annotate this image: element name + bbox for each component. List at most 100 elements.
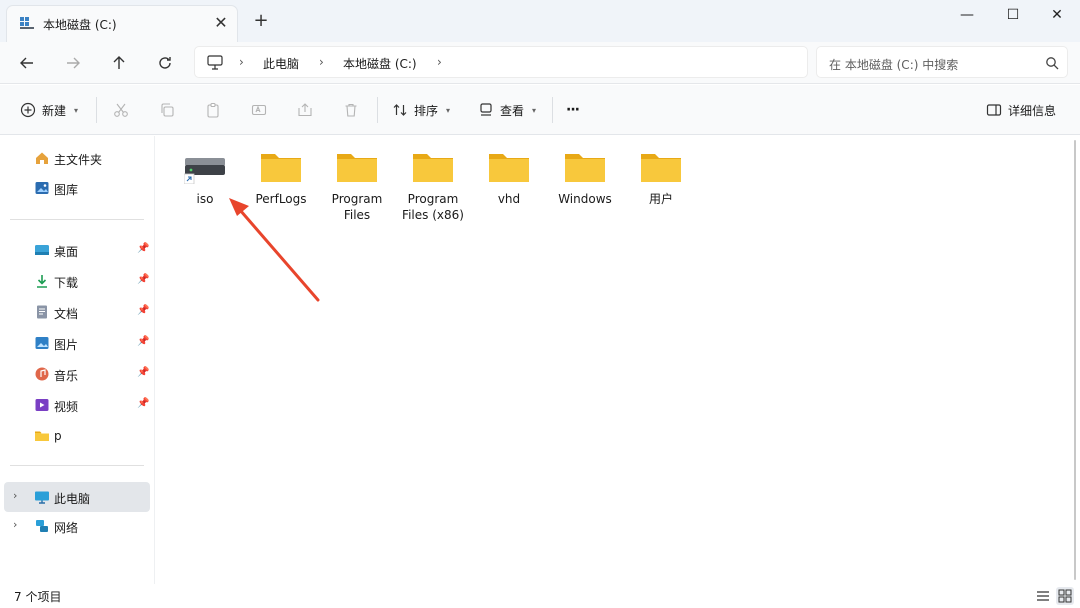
view-button[interactable]: 查看 ▾ bbox=[478, 98, 536, 122]
sidebar-item-documents[interactable]: 文档 📌 bbox=[4, 299, 150, 325]
close-window-button[interactable]: ✕ bbox=[1034, 2, 1080, 28]
sort-icon bbox=[393, 104, 407, 116]
pin-icon[interactable]: 📌 bbox=[137, 305, 149, 316]
file-item-windows[interactable]: Windows bbox=[549, 148, 621, 228]
chevron-down-icon: ▾ bbox=[532, 105, 537, 115]
file-name: 用户 bbox=[648, 192, 673, 206]
share-icon bbox=[298, 103, 312, 117]
maximize-button[interactable]: ☐ bbox=[990, 2, 1036, 28]
view-icon bbox=[480, 103, 492, 116]
more-options-button[interactable]: ··· bbox=[566, 98, 580, 122]
download-icon bbox=[37, 275, 47, 288]
chevron-right-icon[interactable]: › bbox=[13, 518, 17, 531]
sidebar-item-downloads[interactable]: 下载 📌 bbox=[4, 268, 150, 294]
search-box[interactable]: 在 本地磁盘 (C:) 中搜索 bbox=[816, 46, 1068, 78]
pictures-icon bbox=[35, 337, 49, 349]
trash-icon bbox=[345, 103, 357, 117]
folder-icon bbox=[261, 154, 301, 182]
file-item-perflogs[interactable]: PerfLogs bbox=[245, 148, 317, 228]
command-bar: 新建 ▾ 排序 ▾ 查看 ▾ ··· 详细信息 bbox=[0, 85, 1080, 135]
arrow-right-icon bbox=[67, 57, 80, 69]
refresh-icon bbox=[159, 57, 171, 69]
monitor-icon bbox=[207, 55, 223, 70]
details-pane-icon bbox=[986, 104, 1002, 116]
copy-button[interactable] bbox=[159, 98, 175, 122]
item-count: 7 个项目 bbox=[14, 590, 62, 604]
view-label: 查看 bbox=[500, 103, 525, 118]
new-button[interactable]: 新建 ▾ bbox=[20, 98, 78, 122]
arrow-left-icon bbox=[20, 57, 33, 69]
navigation-pane: 主文件夹 图库 桌面 📌 下载 📌 文档 📌 图片 📌 音乐 📌 视频 📌 p bbox=[0, 136, 154, 584]
sort-label: 排序 bbox=[414, 103, 439, 118]
drive-icon bbox=[20, 17, 34, 29]
sidebar-item-network[interactable]: › 网络 bbox=[4, 513, 150, 539]
gallery-icon bbox=[35, 182, 49, 194]
divider bbox=[96, 97, 97, 123]
file-name: PerfLogs bbox=[255, 192, 307, 206]
paste-button[interactable] bbox=[205, 98, 221, 122]
details-view-button[interactable] bbox=[1034, 587, 1052, 605]
sidebar-item-pictures[interactable]: 图片 📌 bbox=[4, 330, 150, 356]
file-item-program-files[interactable]: Program Files bbox=[321, 148, 393, 228]
details-pane-button[interactable]: 详细信息 bbox=[986, 98, 1056, 122]
rename-button[interactable] bbox=[251, 98, 267, 122]
title-bar: 本地磁盘 (C:) ✕ + — ☐ ✕ bbox=[0, 0, 1080, 42]
sidebar-item-p[interactable]: p bbox=[4, 423, 150, 449]
chevron-right-icon[interactable]: › bbox=[13, 489, 17, 502]
share-button[interactable] bbox=[297, 98, 313, 122]
minimize-button[interactable]: — bbox=[944, 2, 990, 28]
file-item-iso[interactable]: iso bbox=[169, 148, 241, 228]
forward-button[interactable] bbox=[59, 49, 87, 77]
tab-local-disk-c[interactable]: 本地磁盘 (C:) ✕ bbox=[6, 5, 238, 42]
pin-icon[interactable]: 📌 bbox=[137, 274, 149, 285]
breadcrumb-local-disk[interactable]: 本地磁盘 (C:) bbox=[343, 55, 417, 72]
pin-icon[interactable]: 📌 bbox=[137, 367, 149, 378]
pin-icon[interactable]: 📌 bbox=[137, 336, 149, 347]
sidebar-item-videos[interactable]: 视频 📌 bbox=[4, 392, 150, 418]
folder-icon bbox=[337, 154, 377, 182]
sidebar-item-home[interactable]: 主文件夹 bbox=[4, 145, 150, 171]
pin-icon[interactable]: 📌 bbox=[137, 243, 149, 254]
tiles-view-button[interactable] bbox=[1056, 587, 1074, 605]
folder-icon bbox=[413, 154, 453, 182]
sidebar-item-music[interactable]: 音乐 📌 bbox=[4, 361, 150, 387]
plus-circle-icon bbox=[20, 102, 36, 118]
navigation-bar: › 此电脑 › 本地磁盘 (C:) › 在 本地磁盘 (C:) 中搜索 bbox=[0, 42, 1080, 84]
breadcrumb-this-pc[interactable]: 此电脑 bbox=[263, 55, 299, 72]
file-item-program-files-x86[interactable]: Program Files (x86) bbox=[397, 148, 469, 228]
delete-button[interactable] bbox=[343, 98, 359, 122]
file-name: Program Files bbox=[331, 192, 383, 222]
cut-button[interactable] bbox=[113, 98, 129, 122]
sort-button[interactable]: 排序 ▾ bbox=[392, 98, 450, 122]
tab-title: 本地磁盘 (C:) bbox=[43, 18, 117, 32]
chevron-down-icon: ▾ bbox=[74, 105, 79, 115]
file-item-vhd[interactable]: vhd bbox=[473, 148, 545, 228]
refresh-button[interactable] bbox=[151, 49, 179, 77]
folder-icon bbox=[641, 154, 681, 182]
breadcrumb-separator[interactable]: › bbox=[319, 55, 324, 69]
up-button[interactable] bbox=[105, 49, 133, 77]
breadcrumb-separator[interactable]: › bbox=[437, 55, 442, 69]
sidebar-item-desktop[interactable]: 桌面 📌 bbox=[4, 237, 150, 263]
clipboard-icon bbox=[207, 102, 219, 118]
breadcrumb-separator[interactable]: › bbox=[239, 55, 244, 69]
scroll-thumb[interactable] bbox=[1074, 140, 1076, 580]
document-icon bbox=[37, 305, 47, 319]
new-label: 新建 bbox=[42, 103, 67, 118]
new-tab-button[interactable]: + bbox=[250, 10, 272, 32]
drive-shortcut-icon bbox=[184, 158, 225, 184]
address-bar[interactable]: › 此电脑 › 本地磁盘 (C:) › bbox=[194, 46, 808, 78]
back-button[interactable] bbox=[13, 49, 41, 77]
vertical-scrollbar[interactable] bbox=[1074, 140, 1078, 580]
more-icon: ··· bbox=[566, 102, 580, 118]
file-name: Program Files (x86) bbox=[402, 192, 464, 222]
file-item-users[interactable]: 用户 bbox=[625, 148, 697, 228]
sidebar-item-this-pc[interactable]: › 此电脑 bbox=[4, 482, 150, 512]
chevron-down-icon: ▾ bbox=[446, 105, 451, 115]
folder-icon bbox=[35, 431, 49, 441]
home-icon bbox=[36, 152, 48, 164]
sidebar-item-gallery[interactable]: 图库 bbox=[4, 175, 150, 201]
copy-icon bbox=[161, 103, 174, 117]
tab-close-icon[interactable]: ✕ bbox=[210, 12, 232, 34]
pin-icon[interactable]: 📌 bbox=[137, 398, 149, 409]
